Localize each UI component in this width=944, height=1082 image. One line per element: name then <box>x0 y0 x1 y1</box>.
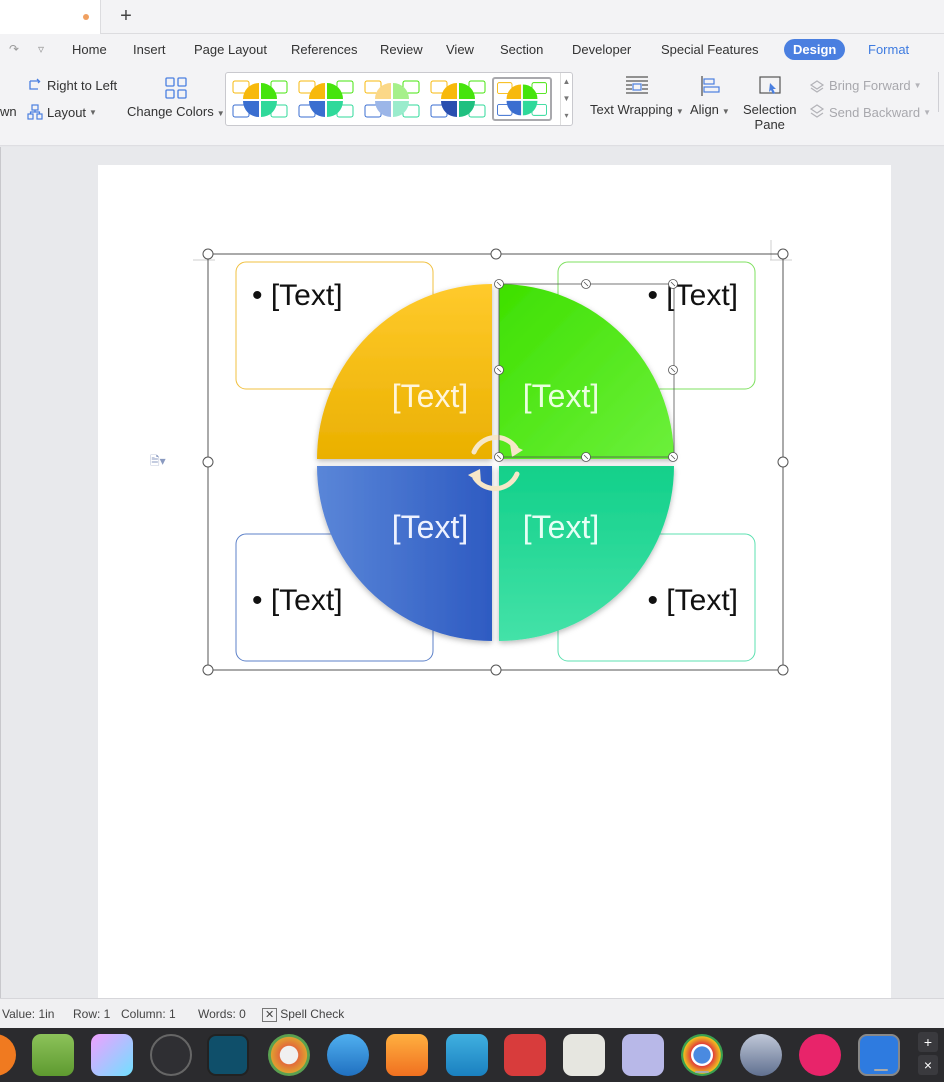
running-indicator <box>695 1071 709 1073</box>
layout-icon <box>27 104 43 120</box>
firefox-icon[interactable] <box>386 1034 428 1076</box>
align-icon <box>701 76 720 96</box>
status-bar: Value: 1in Row: 1 Column: 1 Words: 0 ✕ Sp… <box>0 998 944 1028</box>
change-colors-icon <box>165 77 187 99</box>
dock-add-button[interactable]: + <box>918 1032 938 1052</box>
align-button[interactable]: Align ▼ <box>690 74 730 117</box>
partial-button-label[interactable]: wn <box>0 104 17 119</box>
menu-bar: ↷ ▿ Home Insert Page Layout References R… <box>0 34 944 66</box>
menu-special-features[interactable]: Special Features <box>661 42 759 57</box>
style-thumbnail-1[interactable] <box>230 77 290 121</box>
dock-close-button[interactable]: × <box>918 1055 938 1075</box>
selection-pane-icon <box>759 76 781 94</box>
whale-icon[interactable] <box>327 1034 369 1076</box>
status-value: Value: 1in <box>2 1007 55 1021</box>
obs-icon[interactable] <box>150 1034 192 1076</box>
menu-home[interactable]: Home <box>72 42 107 57</box>
chrome-icon[interactable] <box>681 1034 723 1076</box>
bring-forward-button[interactable]: Bring Forward ▼ <box>809 77 922 93</box>
shutter-icon[interactable] <box>446 1034 488 1076</box>
smartart-style-gallery[interactable]: ▲ ▼ ▾ <box>225 72 573 126</box>
files-icon[interactable] <box>32 1034 74 1076</box>
spell-check-button[interactable]: ✕ Spell Check <box>262 1007 344 1022</box>
redo-icon[interactable]: ↷ <box>9 42 19 56</box>
chromium-icon[interactable] <box>268 1034 310 1076</box>
wps-icon[interactable] <box>858 1034 900 1076</box>
spell-check-icon: ✕ <box>262 1008 278 1022</box>
right-to-left-button[interactable]: Right to Left <box>27 77 117 93</box>
menu-insert[interactable]: Insert <box>133 42 166 57</box>
customize-icon[interactable]: ▿ <box>38 42 44 56</box>
menu-review[interactable]: Review <box>380 42 423 57</box>
gallery-scroll[interactable]: ▲ ▼ ▾ <box>560 73 572 125</box>
flickr-icon[interactable] <box>799 1034 841 1076</box>
style-thumbnail-3[interactable] <box>362 77 422 121</box>
tab-bar: + <box>0 0 944 34</box>
send-backward-button[interactable]: Send Backward ▼ <box>809 104 931 120</box>
document-viewer-icon[interactable] <box>622 1034 664 1076</box>
running-indicator <box>874 1069 888 1071</box>
video-icon[interactable] <box>740 1034 782 1076</box>
menu-format[interactable]: Format <box>868 42 909 57</box>
document-page[interactable] <box>98 165 891 1005</box>
menu-references[interactable]: References <box>291 42 357 57</box>
document-tab[interactable] <box>0 0 101 34</box>
menu-view[interactable]: View <box>446 42 474 57</box>
taskbar-dock: + × <box>0 1028 944 1082</box>
app-icon[interactable] <box>0 1034 16 1076</box>
style-thumbnail-2[interactable] <box>296 77 356 121</box>
send-backward-icon <box>809 104 825 118</box>
right-to-left-icon <box>29 78 41 90</box>
style-thumbnail-4[interactable] <box>428 77 488 121</box>
style-thumbnail-5-selected[interactable] <box>492 77 552 121</box>
layout-button[interactable]: Layout ▼ <box>27 104 97 120</box>
unsaved-dot-icon <box>83 14 89 20</box>
terminal-icon[interactable] <box>207 1034 249 1076</box>
status-column: Column: 1 <box>121 1007 176 1021</box>
inkscape-icon[interactable] <box>563 1034 605 1076</box>
ribbon-toolbar: wn Right to Left Layout ▼ Change Colors ▼ <box>0 66 944 146</box>
status-words[interactable]: Words: 0 <box>198 1007 246 1021</box>
status-row: Row: 1 <box>73 1007 111 1021</box>
ribbon-divider <box>938 72 939 112</box>
menu-section[interactable]: Section <box>500 42 543 57</box>
menu-page-layout[interactable]: Page Layout <box>194 42 267 57</box>
document-area[interactable] <box>0 147 944 1005</box>
gimp-icon[interactable] <box>504 1034 546 1076</box>
dock-side-controls: + × <box>918 1032 940 1078</box>
selection-pane-button[interactable]: Selection Pane <box>743 74 796 132</box>
layout-options-icon[interactable]: 🗎▾ <box>150 452 166 473</box>
menu-developer[interactable]: Developer <box>572 42 631 57</box>
bring-forward-icon <box>809 80 825 93</box>
text-wrapping-icon <box>625 76 648 94</box>
paint-icon[interactable] <box>91 1034 133 1076</box>
text-wrapping-button[interactable]: Text Wrapping ▼ <box>590 74 684 117</box>
new-tab-button[interactable]: + <box>116 5 136 27</box>
change-colors-button[interactable]: Change Colors ▼ <box>127 76 225 119</box>
menu-design[interactable]: Design <box>784 39 846 60</box>
